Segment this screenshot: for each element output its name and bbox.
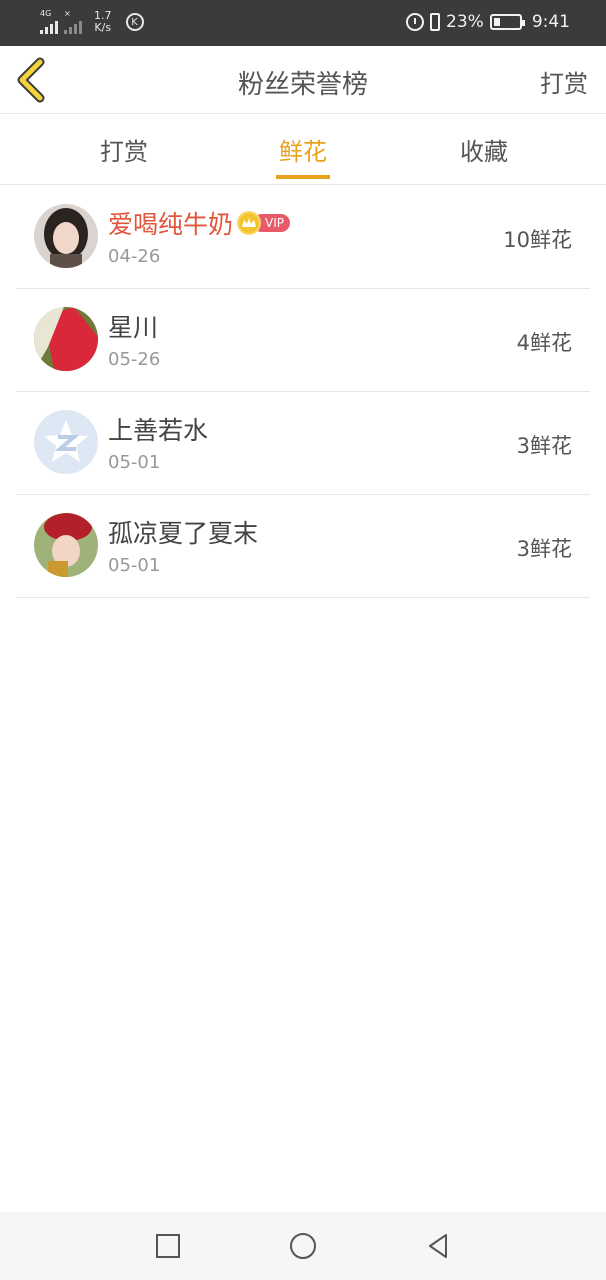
tip-action-button[interactable]: 打赏 [540, 64, 588, 99]
list-item[interactable]: 上善若水 05-01 3鲜花 [16, 392, 590, 495]
tab-tip[interactable]: 打赏 [64, 132, 184, 167]
square-icon [156, 1234, 180, 1258]
back-nav-button[interactable] [422, 1230, 454, 1262]
flower-count: 3鲜花 [516, 434, 572, 458]
crown-icon [237, 211, 262, 235]
avatar [34, 204, 98, 268]
user-name: 上善若水 [108, 416, 209, 445]
network-speed: 1.7 K/s [94, 10, 112, 34]
circle-icon [290, 1233, 316, 1259]
system-nav-bar [0, 1212, 606, 1280]
list-item[interactable]: 孤凉夏了夏末 05-01 3鲜花 [16, 495, 590, 598]
status-left: 4G × 1.7 K/s K [40, 10, 144, 34]
flower-count: 4鲜花 [516, 331, 572, 355]
user-name: 星川 [108, 313, 159, 342]
item-date: 05-01 [108, 452, 161, 473]
alarm-icon [406, 13, 425, 31]
status-bar: 4G × 1.7 K/s K 23% 9:41 [0, 0, 606, 46]
tab-flowers[interactable]: 鲜花 [243, 132, 363, 167]
k-badge-label: K [131, 16, 138, 28]
vip-badge: VIP [237, 211, 290, 235]
item-date: 05-26 [108, 349, 161, 370]
status-right: 23% 9:41 [406, 12, 570, 32]
battery-icon [489, 14, 525, 30]
header: 粉丝荣誉榜 打赏 [0, 46, 606, 114]
active-tab-indicator [276, 175, 330, 179]
k-icon: K [125, 13, 144, 31]
signal-off-icon: × [64, 10, 82, 34]
list-item[interactable]: 星川 05-26 4鲜花 [16, 289, 590, 392]
avatar [34, 307, 98, 371]
avatar [34, 410, 98, 474]
speed-unit: K/s [94, 21, 112, 34]
clock-time: 9:41 [531, 12, 570, 32]
item-date: 04-26 [108, 246, 161, 267]
network-type-label: 4G [40, 9, 52, 18]
home-button[interactable] [287, 1230, 319, 1262]
signal-icon: 4G [40, 10, 58, 34]
item-date: 05-01 [108, 555, 161, 576]
user-name: 孤凉夏了夏末 [108, 519, 259, 548]
battery-percent: 23% [446, 12, 484, 32]
fan-list: 爱喝纯牛奶 VIP 04-26 10鲜花 星川 05-26 4鲜花 上善若水 0… [16, 186, 590, 598]
page-title: 粉丝荣誉榜 [237, 70, 368, 100]
flower-count: 3鲜花 [516, 537, 572, 561]
triangle-back-icon [429, 1234, 447, 1258]
user-name: 爱喝纯牛奶 [108, 210, 234, 239]
battery-fill [493, 18, 500, 26]
avatar [34, 513, 98, 577]
vibrate-icon [430, 13, 441, 31]
list-item[interactable]: 爱喝纯牛奶 VIP 04-26 10鲜花 [16, 186, 590, 289]
flower-count: 10鲜花 [503, 228, 572, 252]
recent-apps-button[interactable] [152, 1230, 184, 1262]
tab-favorites[interactable]: 收藏 [424, 132, 544, 167]
